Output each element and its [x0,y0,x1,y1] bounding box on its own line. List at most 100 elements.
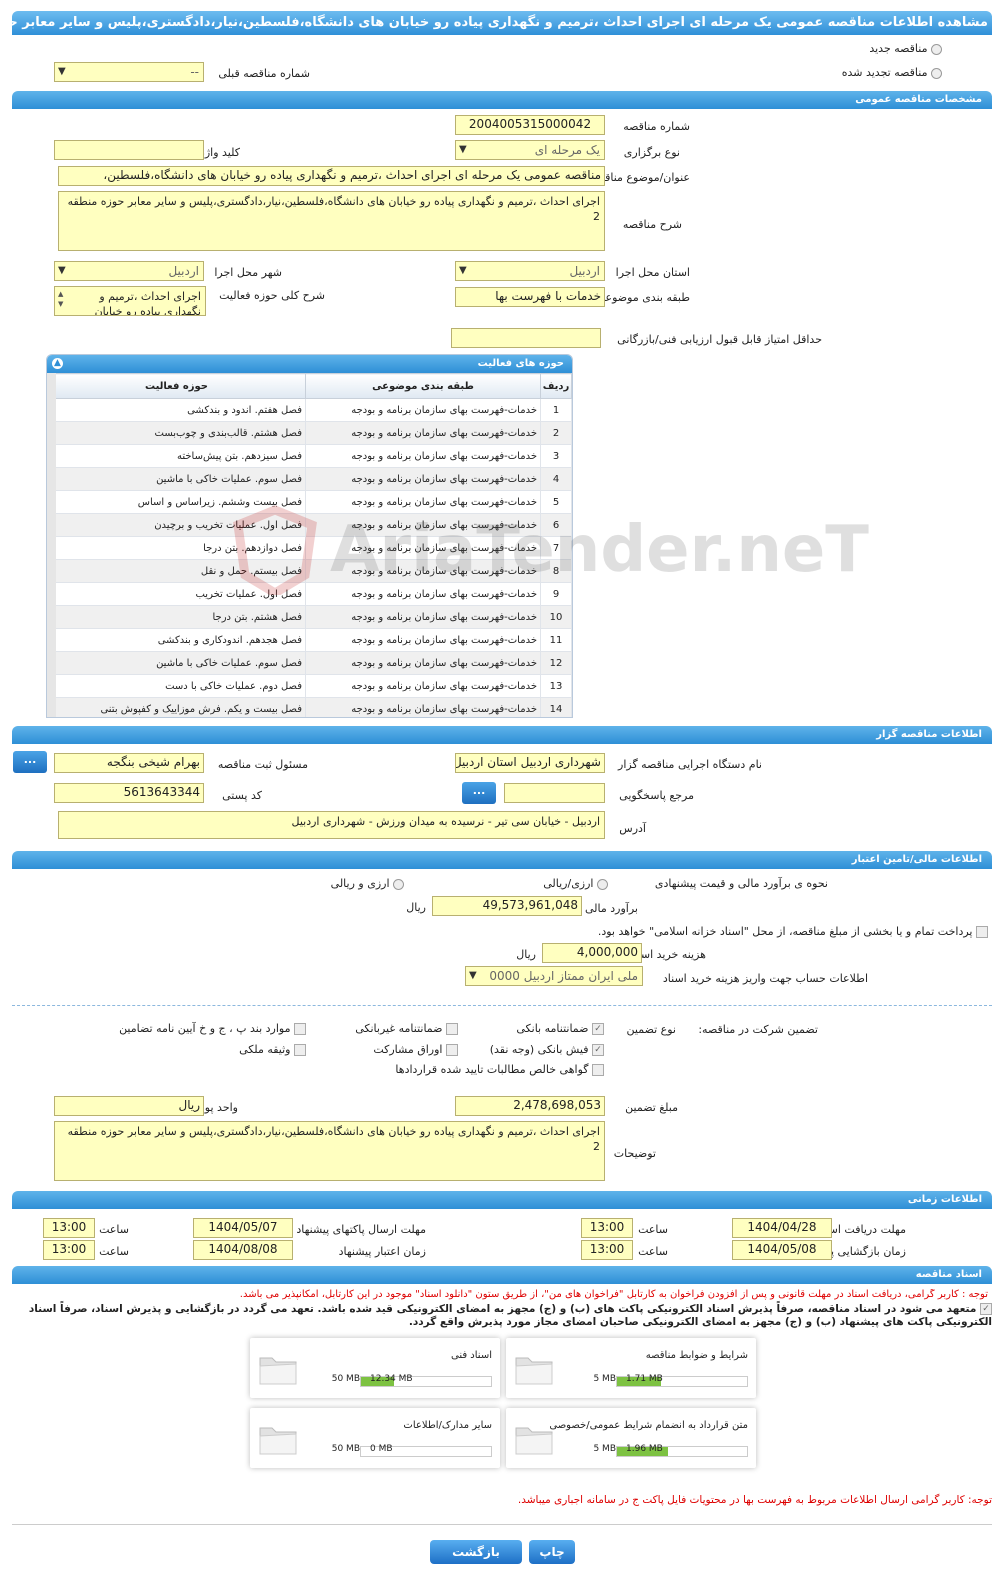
city-value: اردبیل [168,264,199,278]
treasury-checkbox[interactable] [976,926,988,938]
city-select[interactable]: ▼ اردبیل [54,261,204,281]
g-property-checkbox[interactable] [294,1044,306,1056]
row-category: خدمات-فهرست بهای سازمان برنامه و بودجه [305,628,541,652]
g-claims-label: گواهی خالص مطالبات تایید شده قراردادها [395,1063,589,1076]
account-select[interactable]: ▼ ملی ایران ممتاز اردبیل 0000 [465,966,643,986]
commit-text: متعهد می شود در اسناد مناقصه، صرفاً پذیر… [28,1303,992,1328]
back-button[interactable]: بازگشت [430,1540,522,1564]
file-title: متن قرارداد به انضمام شرایط عمومی/خصوصی [549,1420,748,1431]
opt-rial-radio[interactable] [597,878,608,890]
address-label: آدرس [619,822,646,835]
account-value: ملی ایران ممتاز اردبیل 0000 [489,969,638,983]
row-scope: فصل هجدهم. اندودکاری و بندکشی [47,628,306,652]
doc-fee-unit: ریال [516,948,536,961]
keyword-field[interactable] [54,140,204,160]
row-scope: فصل اول. عملیات تخریب و برچیدن [47,513,306,537]
submit-label: مهلت ارسال پاکتهای پیشنهاد [296,1223,426,1236]
resp-more-button[interactable]: ... [13,751,47,773]
renewed-tender-option[interactable]: مناقصه تجدید شده [842,66,942,79]
row-scope: فصل هشتم. بتن درجا [47,605,306,629]
g-clauses[interactable]: موارد بند پ ، ج و خ آیین نامه تضامین [119,1022,306,1035]
tender-number-field: 2004005315000042 [455,115,605,135]
chevron-down-icon: ▼ [459,265,467,276]
row-category: خدمات-فهرست بهای سازمان برنامه و بودجه [305,421,541,445]
row-scope: فصل هفتم. اندود و بندکشی [47,398,306,422]
timing-header: اطلاعات زمانی [12,1191,992,1209]
row-category: خدمات-فهرست بهای سازمان برنامه و بودجه [305,490,541,514]
table-row: 2 خدمات-فهرست بهای سازمان برنامه و بودجه ف… [47,421,572,445]
file-box[interactable]: اسناد فنی 50 MB 12.34 MB [250,1338,500,1398]
province-select[interactable]: ▼ اردبیل [455,261,605,281]
row-number: 6 [540,513,572,537]
row-category: خدمات-فهرست بهای سازمان برنامه و بودجه [305,697,541,717]
ref-more-button[interactable]: ... [462,782,496,804]
resp-field: بهرام شیخی بنگجه [54,753,204,773]
row-scope: فصل سیزدهم. بتن پیش‌ساخته [47,444,306,468]
renewed-tender-label: مناقصه تجدید شده [841,66,928,79]
g-bank[interactable]: ✓ ضمانتنامه بانکی [516,1022,604,1035]
renewed-tender-radio[interactable] [931,67,942,79]
g-claims[interactable]: گواهی خالص مطالبات تایید شده قراردادها [395,1063,604,1076]
desc-label: شرح مناقصه [622,218,682,231]
category-label: طبقه بندی موضوعی [596,291,690,304]
opt-both-radio[interactable] [393,878,404,890]
file-size: 12.34 MB [370,1374,413,1384]
type-value: یک مرحله ای [534,143,600,157]
folder-icon [515,1357,553,1385]
file-box[interactable]: متن قرارداد به انضمام شرایط عمومی/خصوصی 5… [506,1408,756,1468]
g-cash[interactable]: ✓ فیش بانکی (وجه نقد) [490,1043,604,1056]
new-tender-option[interactable]: مناقصه جدید [869,42,942,55]
chevron-down-icon: ▼ [58,265,66,276]
type-label: نوع برگزاری [623,146,680,159]
row-category: خدمات-فهرست بهای سازمان برنامه و بودجه [305,559,541,583]
row-category: خدمات-فهرست بهای سازمان برنامه و بودجه [305,605,541,629]
footer-note: توجه: کاربر گرامی ارسال اطلاعات مربوط به… [517,1494,992,1506]
g-bank-checkbox[interactable]: ✓ [592,1023,604,1035]
table-row: 7 خدمات-فهرست بهای سازمان برنامه و بودجه ف… [47,536,572,560]
footer-divider [12,1524,992,1525]
treasury-option[interactable]: پرداخت تمام و یا بخشی از مبلغ مناقصه، از… [598,925,988,938]
g-bonds-checkbox[interactable] [446,1044,458,1056]
activities-panel: حوزه های فعالیت ▲ ردیف طبقه بندی موضوعی … [46,354,573,718]
g-nonbank[interactable]: ضمانتنامه غیربانکی [355,1022,458,1035]
table-row: 13 خدمات-فهرست بهای سازمان برنامه و بودجه… [47,674,572,698]
scroll-arrows-icon[interactable]: ▲ ▼ [58,289,63,309]
activities-title: حوزه های فعالیت [477,358,564,369]
new-tender-radio[interactable] [931,43,942,55]
prev-number-select[interactable]: ▼ -- [54,62,204,82]
table-row: 11 خدمات-فهرست بهای سازمان برنامه و بودجه… [47,628,572,652]
row-scope: فصل سوم. عملیات خاکی با ماشین [47,651,306,675]
type-select[interactable]: ▼ یک مرحله ای [455,140,605,160]
commit-checkbox[interactable]: ✓ [980,1303,992,1315]
opt-both[interactable]: ارزی و ریالی [331,877,404,890]
ref-label: مرجع پاسخگویی [619,789,694,802]
g-property[interactable]: وثیقه ملکی [239,1043,306,1056]
collapse-icon[interactable]: ▲ [52,358,63,369]
g-clauses-checkbox[interactable] [294,1023,306,1035]
notes-label: توضیحات [613,1147,656,1160]
g-bonds[interactable]: اوراق مشارکت [373,1043,458,1056]
table-row: 6 خدمات-فهرست بهای سازمان برنامه و بودجه ف… [47,513,572,537]
g-claims-checkbox[interactable] [592,1064,604,1076]
row-category: خدمات-فهرست بهای سازمان برنامه و بودجه [305,536,541,560]
method-label: نحوه ی برآورد مالی و قیمت پیشنهادی [654,877,828,890]
file-title: اسناد فنی [451,1350,492,1361]
estimate-label: برآورد مالی [585,902,638,915]
row-number: 14 [540,697,572,717]
file-box[interactable]: شرایط و ضوابط مناقصه 5 MB 1.71 MB [506,1338,756,1398]
table-row: 9 خدمات-فهرست بهای سازمان برنامه و بودجه ف… [47,582,572,606]
file-size: 1.96 MB [626,1444,663,1454]
print-button[interactable]: چاپ [529,1540,575,1564]
prev-number-label: شماره مناقصه قبلی [218,67,310,80]
g-cash-checkbox[interactable]: ✓ [592,1044,604,1056]
opt-rial[interactable]: ارزی/ریالی [543,877,608,890]
table-scrollbar[interactable] [47,373,56,717]
file-box[interactable]: سایر مدارک/اطلاعات 50 MB 0 MB [250,1408,500,1468]
g-nonbank-checkbox[interactable] [446,1023,458,1035]
valid-date: 1404/08/08 [193,1240,293,1260]
col-scope: حوزه فعالیت [47,373,306,399]
row-number: 8 [540,559,572,583]
doc-receive-time: 13:00 [581,1218,633,1238]
open-time-label: ساعت [638,1245,668,1258]
postal-label: کد پستی [222,789,262,802]
